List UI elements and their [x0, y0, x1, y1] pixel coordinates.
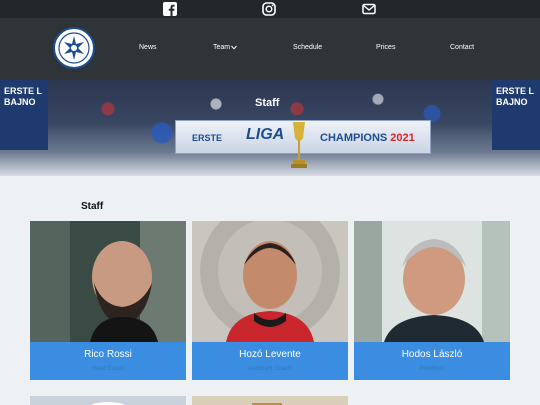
staff-role: Head Coach [91, 366, 125, 372]
staff-name: Rico Rossi [84, 349, 132, 360]
staff-name: Hodos László [401, 349, 463, 360]
page-title: Staff [255, 97, 280, 109]
banner-left-text: ERSTE [192, 133, 223, 143]
staff-role: Assistant Coach [248, 366, 292, 372]
board-left-text: ERSTE L BAJNO [4, 86, 43, 107]
staff-info: Rico Rossi Head Coach [30, 342, 186, 380]
nav-prices[interactable]: Prices [376, 44, 395, 51]
board-right: ERSTE L BAJNO [492, 80, 540, 150]
staff-card[interactable]: Rico Rossi Head Coach [30, 221, 186, 380]
social-bar [0, 0, 540, 18]
club-crest-icon [56, 30, 92, 66]
nav-news[interactable]: News [139, 44, 157, 51]
staff-name: Hozó Levente [239, 349, 301, 360]
banner-champions-text: CHAMPIONS [320, 132, 388, 144]
staff-info: Hodos László President [354, 342, 510, 380]
nav-contact[interactable]: Contact [450, 44, 474, 51]
staff-card[interactable]: Hozó Levente Assistant Coach [192, 221, 348, 380]
board-left: ERSTE L BAJNO [0, 80, 48, 150]
staff-photo [354, 221, 510, 342]
hero-banner: ERSTE L BAJNO ERSTE L BAJNO ERSTE LIGA C… [0, 80, 540, 176]
staff-photo [30, 221, 186, 342]
section-title: Staff [81, 201, 104, 212]
chevron-down-icon [231, 45, 237, 50]
staff-card-partial[interactable] [30, 396, 186, 405]
banner-year: 2021 [390, 132, 415, 144]
board-right-text: ERSTE L BAJNO [496, 86, 535, 107]
staff-photo [192, 221, 348, 342]
club-logo[interactable] [53, 27, 95, 69]
mail-icon[interactable] [362, 2, 376, 16]
nav-team[interactable]: Team [213, 44, 237, 51]
nav-schedule[interactable]: Schedule [293, 44, 322, 51]
staff-card[interactable]: Hodos László President [354, 221, 510, 380]
main-navbar: News Team Schedule Prices Contact [0, 18, 540, 80]
instagram-icon[interactable] [262, 2, 276, 16]
nav-team-label: Team [213, 44, 231, 51]
staff-role: President [419, 366, 445, 372]
facebook-icon[interactable] [163, 2, 177, 16]
banner-brand: LIGA [246, 126, 285, 143]
banner-champions: CHAMPIONS 2021 [320, 132, 415, 144]
trophy-icon [291, 122, 307, 168]
staff-info: Hozó Levente Assistant Coach [192, 342, 348, 380]
staff-card-partial[interactable] [192, 396, 348, 405]
